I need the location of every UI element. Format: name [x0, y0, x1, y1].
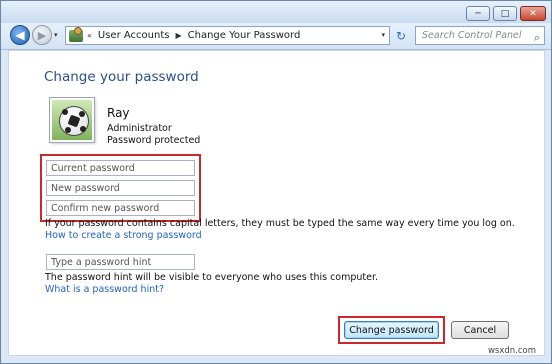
address-bar[interactable]: « User Accounts ▶ Change Your Password ▾ — [65, 26, 390, 45]
strong-password-link[interactable]: How to create a strong password — [45, 230, 202, 241]
confirm-password-field[interactable] — [46, 200, 195, 216]
forward-button[interactable]: ▶ — [32, 25, 52, 45]
close-icon: ✕ — [529, 8, 537, 19]
user-avatar — [50, 98, 94, 142]
search-input[interactable]: Search Control Panel ⌕ — [415, 26, 545, 45]
maximize-icon: □ — [500, 8, 510, 19]
breadcrumb-arrow-icon[interactable]: ▶ — [175, 31, 181, 40]
minimize-icon: ─ — [475, 8, 481, 19]
back-button[interactable]: ◀ — [10, 25, 30, 45]
close-button[interactable]: ✕ — [520, 6, 546, 21]
refresh-icon: ↻ — [395, 29, 407, 43]
user-name: Ray — [107, 106, 130, 120]
recent-pages-dropdown-icon[interactable]: ▾ — [54, 31, 58, 39]
title-bar: ─ □ ✕ — [1, 1, 551, 23]
user-password-status: Password protected — [107, 135, 201, 146]
search-icon[interactable]: ⌕ — [534, 29, 540, 46]
control-panel-icon — [69, 26, 83, 42]
address-dropdown-icon[interactable]: ▾ — [381, 31, 385, 39]
new-password-field[interactable] — [46, 180, 195, 196]
refresh-button[interactable]: ↻ — [393, 28, 409, 44]
maximize-button[interactable]: □ — [493, 6, 517, 21]
back-arrow-icon: ◀ — [15, 28, 25, 42]
search-placeholder: Search Control Panel — [422, 30, 522, 41]
page-title: Change your password — [44, 69, 199, 85]
password-hint-field[interactable] — [46, 254, 195, 270]
hint-visibility-note: The password hint will be visible to eve… — [45, 272, 379, 283]
user-role: Administrator — [107, 123, 172, 134]
soccer-ball-icon — [59, 106, 89, 136]
minimize-button[interactable]: ─ — [466, 6, 490, 21]
cancel-button[interactable]: Cancel — [451, 321, 509, 339]
watermark-text: wsxdn.com — [487, 346, 536, 356]
breadcrumb-separator-icon: « — [87, 31, 92, 40]
change-password-button[interactable]: Change password — [344, 321, 439, 339]
navigation-bar: ◀ ▶ ▾ « User Accounts ▶ Change Your Pass… — [1, 23, 551, 50]
breadcrumb-user-accounts[interactable]: User Accounts — [98, 30, 170, 41]
content-pane: Change your password Ray Administrator P… — [8, 50, 545, 356]
breadcrumb-change-your-password[interactable]: Change Your Password — [188, 30, 301, 41]
change-password-window: ─ □ ✕ ◀ ▶ ▾ « User Accounts ▶ Change You… — [0, 0, 552, 364]
capital-letters-note: If your password contains capital letter… — [45, 218, 515, 229]
current-password-field[interactable] — [46, 160, 195, 176]
password-hint-link[interactable]: What is a password hint? — [45, 284, 164, 295]
forward-arrow-icon: ▶ — [37, 28, 47, 42]
